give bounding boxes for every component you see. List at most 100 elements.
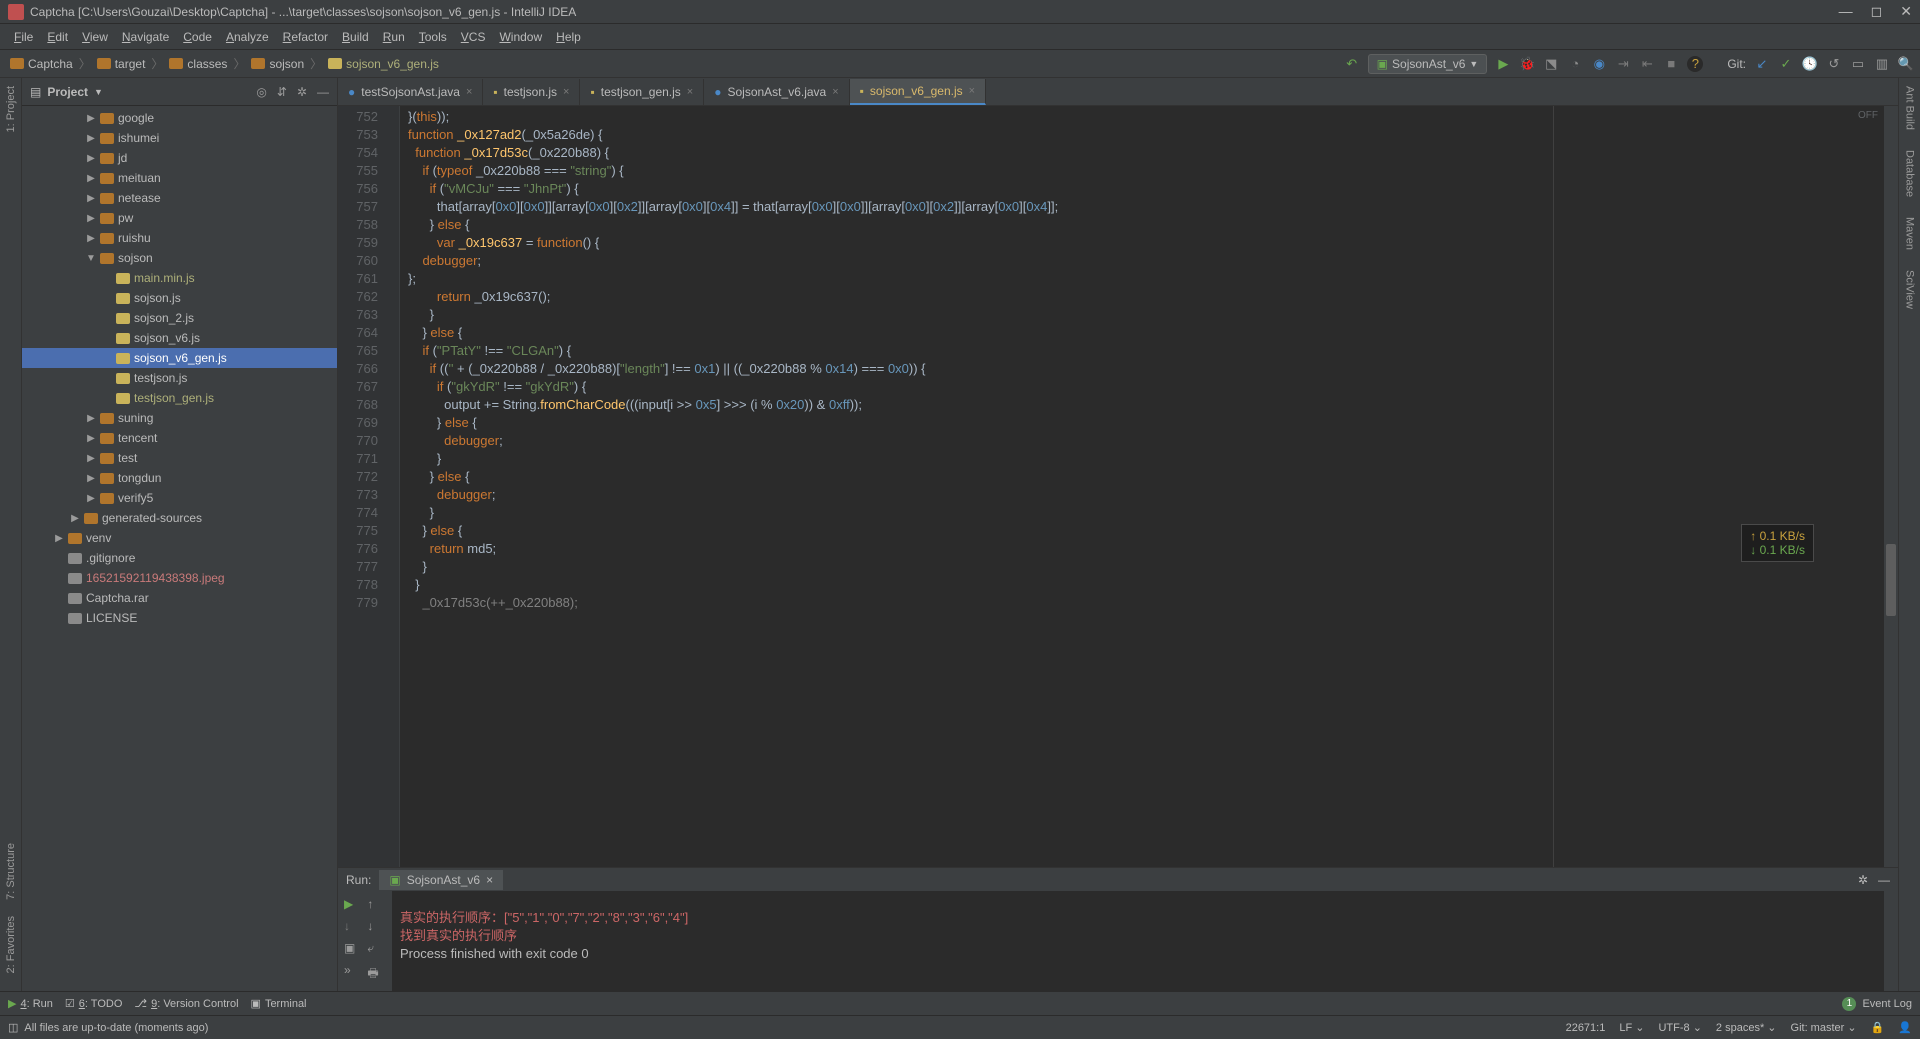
menu-help[interactable]: Help <box>550 28 587 46</box>
tool-project-tab[interactable]: 1: Project <box>5 82 17 136</box>
git-history-icon[interactable]: 🕓 <box>1802 56 1818 72</box>
tool-db-tab[interactable]: Database <box>1904 146 1916 201</box>
tree-item[interactable]: ▶generated-sources <box>22 508 337 528</box>
tree-item[interactable]: ▶google <box>22 108 337 128</box>
hide-icon[interactable]: — <box>317 85 329 99</box>
menu-code[interactable]: Code <box>177 28 218 46</box>
project-dropdown-icon[interactable]: ▼ <box>94 87 103 97</box>
breadcrumb-4[interactable]: sojson_v6_gen.js <box>324 57 443 71</box>
status-icon[interactable]: ◫ <box>8 1021 18 1034</box>
menu-view[interactable]: View <box>76 28 114 46</box>
debug-button[interactable]: 🐞 <box>1519 56 1535 72</box>
stop-button[interactable]: ■ <box>1663 56 1679 72</box>
more-icon[interactable]: » <box>344 963 355 977</box>
line-ending[interactable]: LF ⌄ <box>1619 1021 1644 1034</box>
tree-item[interactable]: ▶venv <box>22 528 337 548</box>
down-icon[interactable]: ↓ <box>367 919 378 933</box>
tree-item[interactable]: sojson_v6_gen.js <box>22 348 337 368</box>
tree-item[interactable]: 16521592119438398.jpeg <box>22 568 337 588</box>
print-icon[interactable]: 🖶 <box>367 964 378 985</box>
tree-item[interactable]: ▶netease <box>22 188 337 208</box>
git-commit-icon[interactable]: ✓ <box>1778 56 1794 72</box>
tree-item[interactable]: ▶ruishu <box>22 228 337 248</box>
run-hide-icon[interactable]: — <box>1878 873 1890 887</box>
bottom-tab-run[interactable]: ▶4: Run <box>8 997 53 1010</box>
menu-file[interactable]: File <box>8 28 39 46</box>
console-output[interactable]: 真实的执行顺序：["5","1","0","7","2","8","3","6"… <box>392 891 1884 991</box>
editor-tab[interactable]: ●testSojsonAst.java× <box>338 79 483 105</box>
rerun-icon[interactable]: ▶ <box>344 897 355 911</box>
menu-build[interactable]: Build <box>336 28 375 46</box>
tree-item[interactable]: sojson_2.js <box>22 308 337 328</box>
tree-item[interactable]: testjson.js <box>22 368 337 388</box>
editor-tab[interactable]: ▪sojson_v6_gen.js× <box>850 79 986 105</box>
editor-tab[interactable]: ▪testjson.js× <box>483 79 580 105</box>
menu-edit[interactable]: Edit <box>41 28 74 46</box>
collapse-icon[interactable]: ⇵ <box>277 85 287 99</box>
tree-item[interactable]: sojson_v6.js <box>22 328 337 348</box>
settings-icon[interactable]: ✲ <box>297 85 307 99</box>
tree-item[interactable]: ▶suning <box>22 408 337 428</box>
run-settings-icon[interactable]: ✲ <box>1858 873 1868 887</box>
tree-item[interactable]: ▶test <box>22 448 337 468</box>
up-icon[interactable]: ↑ <box>367 897 378 911</box>
screenshot-icon[interactable]: ▣ <box>344 941 355 955</box>
tool-maven-tab[interactable]: Maven <box>1904 213 1916 254</box>
tool-favorites-tab[interactable]: 2: Favorites <box>5 912 17 977</box>
git-update-icon[interactable]: ↙ <box>1754 56 1770 72</box>
hector-icon[interactable]: 👤 <box>1898 1021 1912 1034</box>
tree-item[interactable]: testjson_gen.js <box>22 388 337 408</box>
profile-button[interactable]: ◔ <box>1567 56 1583 72</box>
tree-item[interactable]: LICENSE <box>22 608 337 628</box>
maximize-button[interactable]: ◻ <box>1871 3 1883 20</box>
run-config-selector[interactable]: ▣ SojsonAst_v6 ▼ <box>1368 54 1488 74</box>
tree-item[interactable]: sojson.js <box>22 288 337 308</box>
ide-help-icon[interactable]: ? <box>1687 56 1703 72</box>
tree-item[interactable]: .gitignore <box>22 548 337 568</box>
project-tree[interactable]: ▶google▶ishumei▶jd▶meituan▶netease▶pw▶ru… <box>22 106 337 991</box>
tree-item[interactable]: ▶tongdun <box>22 468 337 488</box>
editor-tab[interactable]: ▪testjson_gen.js× <box>580 79 704 105</box>
vcs-log-icon[interactable]: ▥ <box>1874 56 1890 72</box>
menu-vcs[interactable]: VCS <box>455 28 492 46</box>
caret-position[interactable]: 22671:1 <box>1566 1022 1606 1034</box>
menu-navigate[interactable]: Navigate <box>116 28 175 46</box>
attach-button[interactable]: ⇥ <box>1615 56 1631 72</box>
console-scrollbar[interactable] <box>1884 891 1898 991</box>
run-tab-close-icon[interactable]: × <box>486 873 493 887</box>
fold-gutter[interactable] <box>386 106 400 867</box>
coverage-button[interactable]: ⬔ <box>1543 56 1559 72</box>
code-content[interactable]: }(this));function _0x127ad2(_0x5a26de) {… <box>400 106 1554 867</box>
tree-item[interactable]: ▼sojson <box>22 248 337 268</box>
breadcrumb-1[interactable]: target <box>93 57 150 71</box>
menu-window[interactable]: Window <box>493 28 548 46</box>
tool-ant-tab[interactable]: Ant Build <box>1904 82 1916 134</box>
bottom-tab-todo[interactable]: ☑6: TODO <box>65 997 123 1010</box>
lock-icon[interactable]: 🔒 <box>1871 1021 1885 1034</box>
run-tab[interactable]: ▣ SojsonAst_v6 × <box>379 870 503 890</box>
locate-icon[interactable]: ◎ <box>256 85 266 99</box>
tree-item[interactable]: ▶ishumei <box>22 128 337 148</box>
tree-item[interactable]: main.min.js <box>22 268 337 288</box>
tree-item[interactable]: ▶tencent <box>22 428 337 448</box>
breadcrumb-2[interactable]: classes <box>165 57 231 71</box>
tree-item[interactable]: Captcha.rar <box>22 588 337 608</box>
stop2-button[interactable]: ⇤ <box>1639 56 1655 72</box>
wrap-icon[interactable]: ⤶ <box>367 941 378 956</box>
editor-scrollbar[interactable] <box>1884 106 1898 867</box>
code-editor[interactable]: 7527537547557567577587597607617627637647… <box>338 106 1898 867</box>
tree-item[interactable]: ▶meituan <box>22 168 337 188</box>
bottom-tab-vcs[interactable]: ⎇9: Version Control <box>134 997 238 1010</box>
menu-analyze[interactable]: Analyze <box>220 28 275 46</box>
run-button[interactable]: ▶ <box>1495 56 1511 72</box>
menu-tools[interactable]: Tools <box>413 28 453 46</box>
search-everywhere-icon[interactable]: 🔍 <box>1898 56 1914 72</box>
minimize-button[interactable]: — <box>1839 3 1853 20</box>
tree-item[interactable]: ▶jd <box>22 148 337 168</box>
menu-refactor[interactable]: Refactor <box>277 28 334 46</box>
indent[interactable]: 2 spaces* ⌄ <box>1716 1021 1777 1034</box>
encoding[interactable]: UTF-8 ⌄ <box>1658 1021 1701 1034</box>
tree-item[interactable]: ▶verify5 <box>22 488 337 508</box>
event-log-button[interactable]: Event Log <box>1862 998 1912 1010</box>
back-icon[interactable]: ↶ <box>1344 56 1360 72</box>
